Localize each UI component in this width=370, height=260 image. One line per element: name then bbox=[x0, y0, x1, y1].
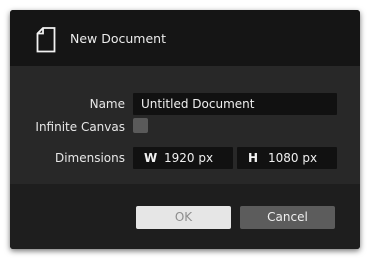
width-value: 1920 px bbox=[164, 151, 214, 165]
infinite-canvas-label: Infinite Canvas bbox=[35, 120, 125, 134]
height-input[interactable]: H 1080 px bbox=[237, 147, 337, 169]
document-icon bbox=[36, 27, 56, 53]
height-axis-label: H bbox=[248, 151, 259, 165]
ok-button[interactable]: OK bbox=[136, 206, 231, 229]
dialog-body: Name Untitled Document Infinite Canvas D… bbox=[10, 66, 360, 184]
infinite-canvas-checkbox[interactable] bbox=[133, 118, 148, 133]
dialog-footer: OK Cancel bbox=[10, 184, 360, 249]
dimensions-label: Dimensions bbox=[54, 151, 125, 165]
height-value: 1080 px bbox=[268, 151, 318, 165]
name-label: Name bbox=[89, 97, 125, 111]
width-input[interactable]: W 1920 px bbox=[133, 147, 233, 169]
dialog-title: New Document bbox=[70, 31, 166, 46]
dialog-header: New Document bbox=[10, 10, 360, 66]
new-document-dialog: New Document Name Untitled Document Infi… bbox=[10, 10, 360, 249]
name-input[interactable]: Untitled Document bbox=[133, 93, 337, 115]
cancel-button[interactable]: Cancel bbox=[240, 206, 335, 229]
width-axis-label: W bbox=[144, 151, 158, 165]
